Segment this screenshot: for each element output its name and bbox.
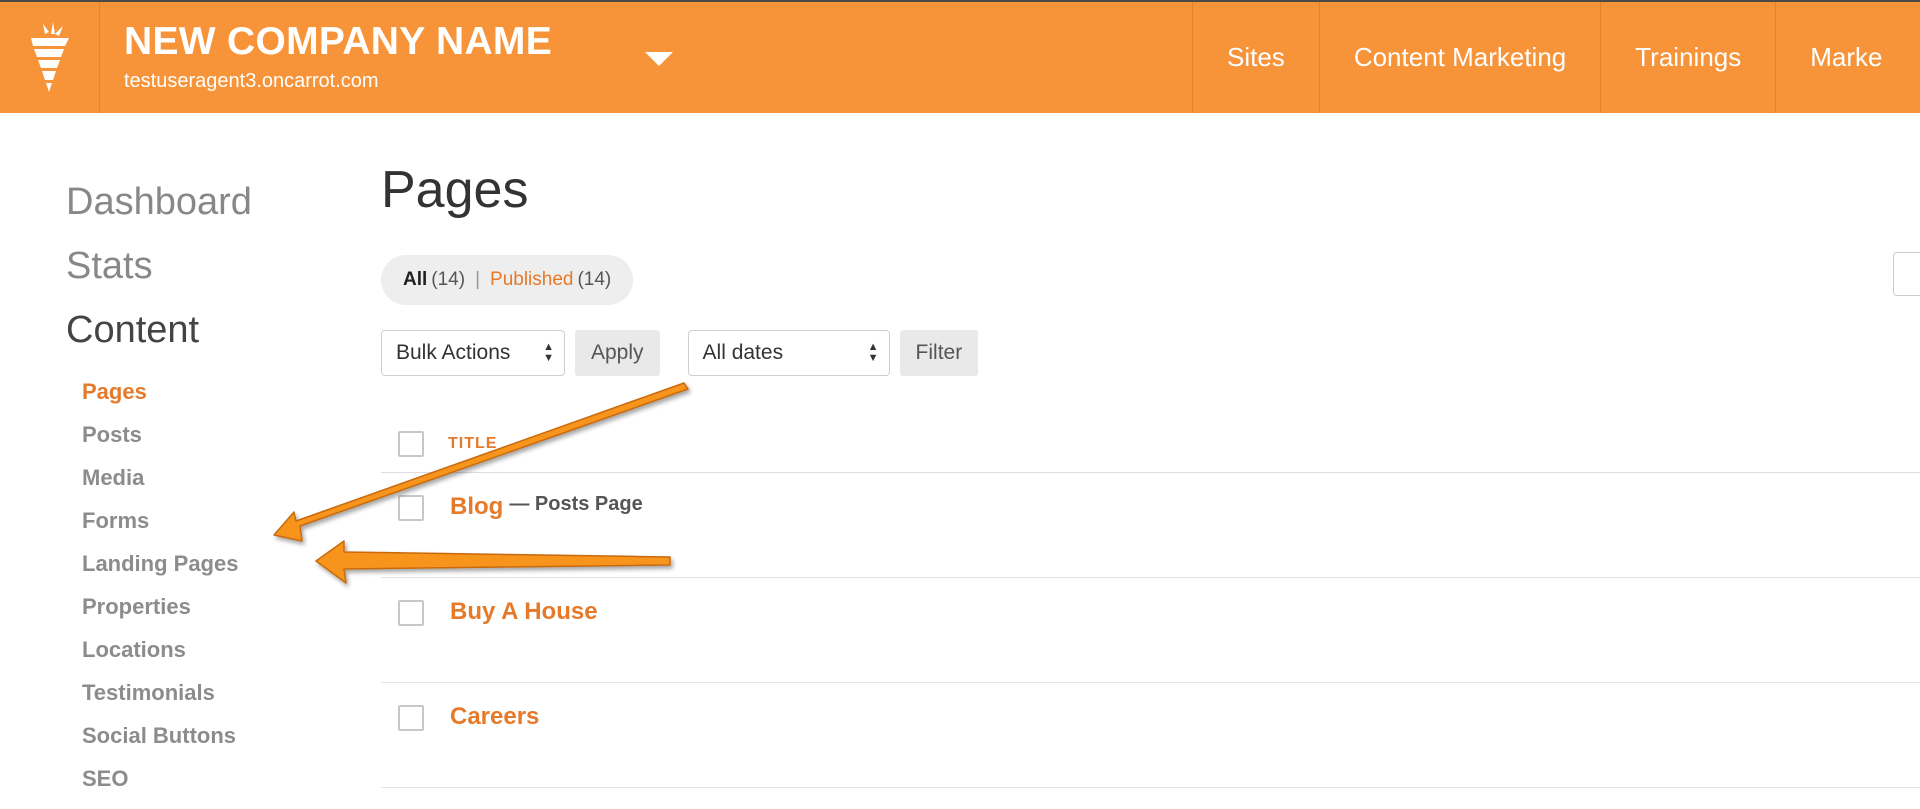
bulk-actions-value: Bulk Actions bbox=[396, 341, 511, 364]
table-row bbox=[381, 788, 1920, 809]
top-bar: NEW COMPANY NAME testuseragent3.oncarrot… bbox=[0, 0, 1920, 113]
nav-item-content-marketing[interactable]: Content Marketing bbox=[1318, 2, 1600, 113]
brand-block[interactable]: NEW COMPANY NAME testuseragent3.oncarrot… bbox=[124, 20, 552, 93]
sidebar-item-forms[interactable]: Forms bbox=[82, 499, 336, 542]
filter-all-link[interactable]: All bbox=[403, 269, 427, 291]
search-input[interactable] bbox=[1893, 252, 1920, 296]
apply-button[interactable]: Apply bbox=[575, 330, 660, 376]
sidebar: Dashboard Stats Content Pages Posts Medi… bbox=[66, 170, 336, 800]
select-all-checkbox[interactable] bbox=[398, 430, 424, 457]
table-row: Blog — Posts Page bbox=[381, 473, 1920, 578]
row-checkbox[interactable] bbox=[398, 495, 424, 521]
sidebar-item-dashboard[interactable]: Dashboard bbox=[66, 170, 336, 234]
content-submenu: Pages Posts Media Forms Landing Pages Pr… bbox=[82, 370, 336, 800]
filter-all-count: (14) bbox=[431, 269, 466, 290]
company-name: NEW COMPANY NAME bbox=[124, 20, 553, 63]
sidebar-item-stats[interactable]: Stats bbox=[66, 234, 336, 298]
filter-published-link[interactable]: Published bbox=[490, 269, 573, 291]
top-navigation: Sites Content Marketing Trainings Marke bbox=[1192, 2, 1916, 113]
row-title-link[interactable]: Blog bbox=[450, 493, 503, 521]
sort-arrows-icon: ▲ ▼ bbox=[867, 341, 879, 364]
sidebar-item-seo[interactable]: SEO bbox=[82, 757, 336, 800]
filter-separator: | bbox=[475, 269, 481, 290]
status-filter: All (14) | Published (14) bbox=[381, 255, 634, 305]
dates-select[interactable]: All dates ▲ ▼ bbox=[687, 330, 890, 376]
main-content: Pages All (14) | Published (14) Bulk Act… bbox=[381, 160, 1920, 788]
row-title-link[interactable]: Careers bbox=[450, 703, 539, 731]
carrot-logo-icon bbox=[31, 22, 69, 92]
pages-table: TITLE Blog — Posts Page Buy A House Care… bbox=[381, 415, 1920, 809]
sidebar-item-properties[interactable]: Properties bbox=[82, 585, 336, 628]
bulk-actions-select[interactable]: Bulk Actions ▲ ▼ bbox=[381, 330, 565, 376]
sidebar-item-landing-pages[interactable]: Landing Pages bbox=[82, 542, 336, 585]
sidebar-item-social-buttons[interactable]: Social Buttons bbox=[82, 714, 336, 757]
sidebar-item-media[interactable]: Media bbox=[82, 456, 336, 499]
row-state-label: — Posts Page bbox=[509, 493, 643, 515]
dates-value: All dates bbox=[702, 341, 784, 364]
sidebar-item-content[interactable]: Content bbox=[66, 298, 336, 362]
row-checkbox[interactable] bbox=[398, 705, 424, 731]
sidebar-item-locations[interactable]: Locations bbox=[82, 628, 336, 671]
table-row: Buy A House bbox=[381, 578, 1920, 683]
table-row: Careers bbox=[381, 683, 1920, 788]
filter-button[interactable]: Filter bbox=[899, 330, 979, 376]
sidebar-item-pages[interactable]: Pages bbox=[82, 370, 336, 413]
sidebar-item-testimonials[interactable]: Testimonials bbox=[82, 671, 336, 714]
row-checkbox[interactable] bbox=[398, 600, 424, 626]
column-title-header[interactable]: TITLE bbox=[448, 435, 497, 453]
nav-item-sites[interactable]: Sites bbox=[1192, 2, 1319, 113]
logo-container[interactable] bbox=[0, 2, 100, 113]
nav-item-trainings[interactable]: Trainings bbox=[1600, 2, 1775, 113]
site-url: testuseragent3.oncarrot.com bbox=[124, 70, 379, 92]
chevron-down-icon[interactable] bbox=[645, 52, 673, 66]
row-title-link[interactable]: Buy A House bbox=[450, 598, 598, 626]
nav-item-marketing[interactable]: Marke bbox=[1775, 2, 1916, 113]
filter-published-count: (14) bbox=[577, 269, 612, 290]
list-toolbar: Bulk Actions ▲ ▼ Apply All dates ▲ ▼ Filte… bbox=[381, 330, 979, 376]
sidebar-item-posts[interactable]: Posts bbox=[82, 413, 336, 456]
page-title: Pages bbox=[381, 161, 529, 219]
sort-arrows-icon: ▲ ▼ bbox=[543, 341, 554, 364]
table-header: TITLE bbox=[381, 415, 1920, 473]
